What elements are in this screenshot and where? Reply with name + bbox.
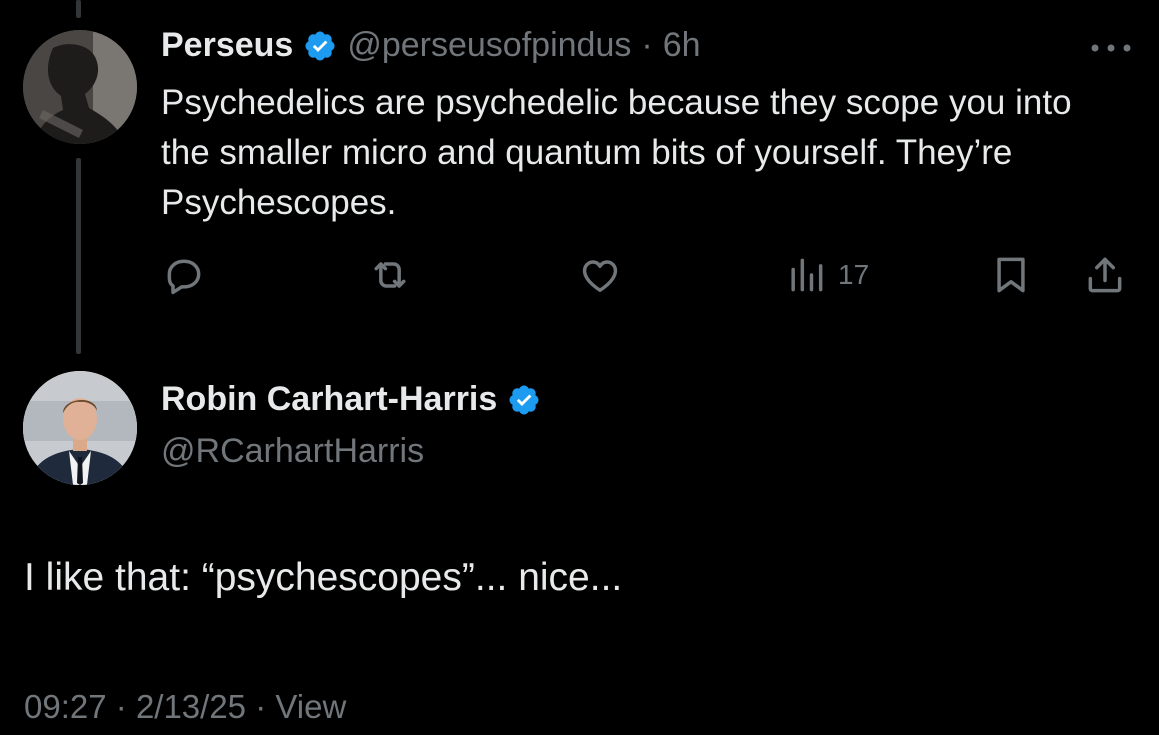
reply-icon [167,259,201,295]
retweet-icon [374,262,406,288]
share-button[interactable] [1083,250,1127,300]
avatar-perseus[interactable] [23,30,137,144]
reply-tweet-text: I like that: “psychescopes”... nice... [24,556,623,599]
bookmark-icon [997,257,1025,293]
tweet-meta: 09:27 · 2/13/25 · View [24,688,346,726]
reply-author-name[interactable]: Robin Carhart-Harris [161,380,497,419]
original-tweet-text: Psychedelics are psychedelic because the… [161,83,1072,222]
retweet-button[interactable] [368,250,412,300]
meta-separator: · [255,688,267,725]
original-tweet-header: Perseus @perseusofpindus · 6h [161,26,701,65]
author-name[interactable]: Perseus [161,26,293,65]
tweet-action-bar: 17 [0,250,1159,300]
views-count[interactable]: 17 [784,250,869,300]
author-handle[interactable]: @perseusofpindus [347,26,631,65]
view-link[interactable]: View [275,688,346,725]
thread-connector-top [76,0,81,18]
tweet-thread: Perseus @perseusofpindus · 6h Psychedeli… [0,0,1159,735]
reply-tweet-header: Robin Carhart-Harris [161,380,541,419]
share-icon [1088,257,1122,293]
reply-author-handle[interactable]: @RCarhartHarris [161,432,424,471]
like-button[interactable] [578,250,622,300]
verified-badge-icon [305,30,335,61]
more-icon[interactable] [1086,38,1136,58]
bookmark-button[interactable] [989,250,1033,300]
views-icon [791,258,823,292]
avatar-robin[interactable] [23,371,137,485]
separator-dot: · [641,26,653,64]
like-icon [582,260,618,292]
reply-button[interactable] [162,250,206,300]
verified-badge-icon [509,384,539,415]
views-number: 17 [838,259,870,290]
meta-separator: · [115,688,127,725]
post-date[interactable]: 2/13/25 [136,688,246,725]
tweet-time[interactable]: 6h [663,26,701,65]
post-time[interactable]: 09:27 [24,688,107,725]
